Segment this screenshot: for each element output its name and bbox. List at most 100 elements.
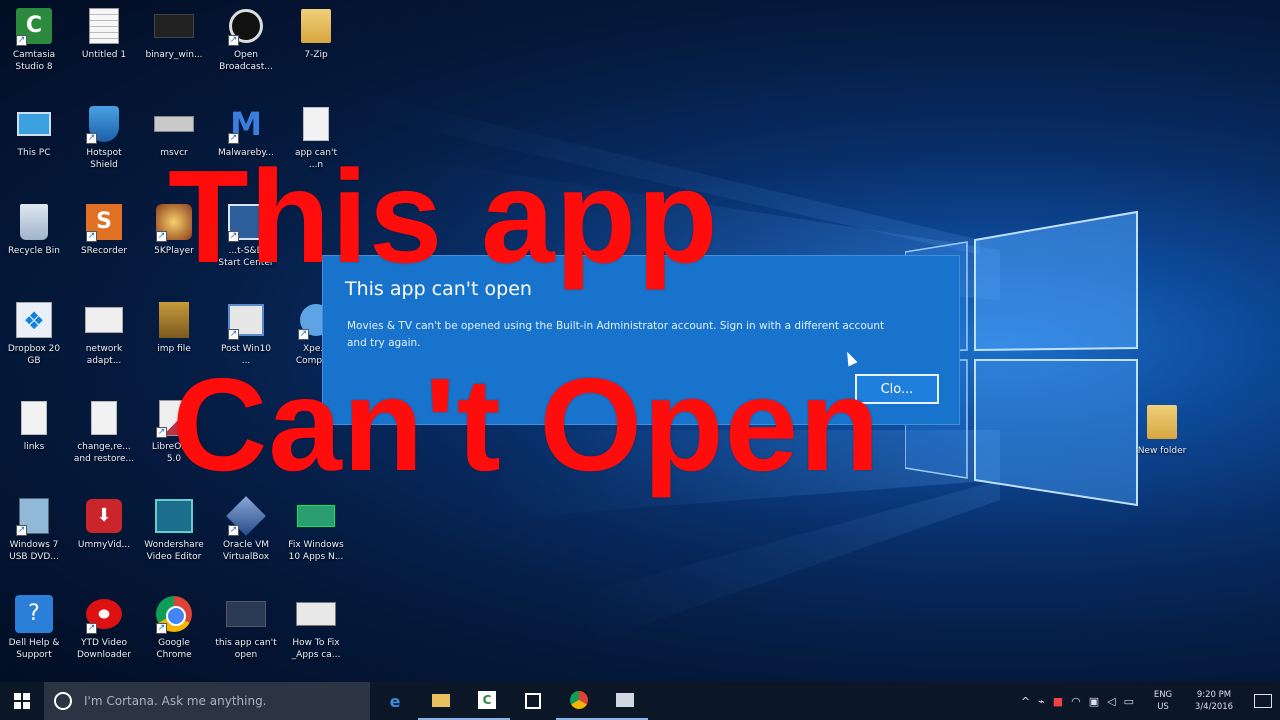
icon-label: Wondershare Video Editor: [144, 540, 204, 562]
network-icon[interactable]: ⌁: [1038, 695, 1045, 708]
wifi-icon[interactable]: ◠: [1071, 695, 1081, 708]
desktop-icon-ytd[interactable]: ↗ YTD Video Downloader: [70, 590, 138, 680]
desktop-icon-windows7-usb[interactable]: ↗ Windows 7 USB DVD...: [0, 492, 68, 582]
ummy-icon: ⬇: [84, 496, 124, 536]
icon-label: SRecorder: [80, 246, 128, 256]
language-code: ENG: [1153, 690, 1173, 700]
tray-icons: ^ ⌁ ■ ◠ ▣ ◁ ▭: [1017, 695, 1138, 708]
malwarebytes-icon: M ↗: [228, 105, 262, 144]
shield-icon[interactable]: ■: [1053, 695, 1063, 708]
desktop-icon-links[interactable]: links: [0, 394, 68, 484]
desktop-icon-new-folder[interactable]: New folder: [1128, 398, 1196, 488]
desktop-icon-fix-windows[interactable]: Fix Windows 10 Apps N...: [282, 492, 350, 582]
taskbar-apps: e C: [372, 682, 648, 720]
recycle-bin-icon: [14, 202, 54, 242]
document-icon: [84, 398, 124, 438]
archive-icon: [154, 300, 194, 340]
icon-label: binary_win...: [145, 50, 203, 60]
desktop-icon-virtualbox[interactable]: ↗ Oracle VM VirtualBox: [212, 492, 280, 582]
clock-time: 9:20 PM: [1196, 690, 1232, 700]
desktop-icon-this-app-cant-open[interactable]: this app can't open: [212, 590, 280, 680]
network-icon: [84, 300, 124, 340]
icon-label: Dropbox 20 GB: [7, 344, 61, 366]
dell-help-icon: ?: [14, 594, 54, 634]
icon-label: Google Chrome: [156, 638, 192, 660]
start-button[interactable]: [0, 682, 44, 720]
taskbar: I'm Cortana. Ask me anything. e C ^ ⌁ ■ …: [0, 682, 1280, 720]
desktop-icon-this-pc[interactable]: This PC: [0, 100, 68, 190]
document-icon: [296, 104, 336, 144]
region-code: US: [1157, 702, 1169, 712]
recorder-icon: S ↗: [84, 202, 124, 242]
desktop-icon-network-adapter[interactable]: network adapt...: [70, 296, 138, 386]
store-icon[interactable]: [510, 682, 556, 720]
desktop-icon-camtasia[interactable]: C ↗ Camtasia Studio 8: [0, 2, 68, 92]
desktop-icon-chrome[interactable]: ↗ Google Chrome: [140, 590, 208, 680]
notification-icon[interactable]: [1254, 694, 1272, 708]
icon-label: Windows 7 USB DVD...: [9, 540, 59, 562]
edge-icon[interactable]: e: [372, 682, 418, 720]
folder-icon: [296, 6, 336, 46]
system-tray: ^ ⌁ ■ ◠ ▣ ◁ ▭ ENG US 9:20 PM 3/4/2016: [1017, 682, 1280, 720]
icon-label: How To Fix _Apps ca...: [291, 638, 341, 660]
video-thumbnail-icon: [296, 496, 336, 536]
desktop-icon-7zip[interactable]: 7-Zip: [282, 2, 350, 92]
desktop-icon-how-to-fix[interactable]: How To Fix _Apps ca...: [282, 590, 350, 680]
camtasia-icon: C ↗: [14, 6, 54, 46]
virtualbox-icon: ↗: [226, 496, 266, 536]
document-icon: [14, 398, 54, 438]
cortana-search-box[interactable]: I'm Cortana. Ask me anything.: [44, 682, 370, 720]
document-icon: [84, 6, 124, 46]
desktop-icon-untitled[interactable]: Untitled 1: [70, 2, 138, 92]
icon-label: Untitled 1: [81, 50, 127, 60]
windows-start-icon: [14, 693, 30, 709]
folder-icon: [1142, 402, 1182, 442]
icon-label: YTD Video Downloader: [77, 638, 131, 660]
icon-label: UmmyVid...: [77, 540, 131, 550]
desktop-icon-dropbox[interactable]: ❖ Dropbox 20 GB: [0, 296, 68, 386]
desktop-icon-srecorder[interactable]: S ↗ SRecorder: [70, 198, 138, 288]
desktop-icon-dell-help[interactable]: ? Dell Help & Support: [0, 590, 68, 680]
app-tray-icon[interactable]: ▣: [1089, 695, 1099, 708]
desktop-icon-hotspot-shield[interactable]: ↗ Hotspot Shield: [70, 100, 138, 190]
cortana-icon: [54, 692, 72, 710]
desktop-icon-ummyvideo[interactable]: ⬇ UmmyVid...: [70, 492, 138, 582]
icon-label: Hotspot Shield: [86, 148, 122, 170]
icon-label: Recycle Bin: [8, 246, 60, 256]
chrome-icon[interactable]: [556, 682, 602, 720]
usb-tool-icon: ↗: [14, 496, 54, 536]
desktop-icon-change-restore[interactable]: change,re... and restore...: [70, 394, 138, 484]
clock[interactable]: 9:20 PM 3/4/2016: [1188, 689, 1240, 713]
desktop-icon-obs[interactable]: ↗ Open Broadcast...: [212, 2, 280, 92]
icon-label: Oracle VM VirtualBox: [222, 540, 270, 562]
volume-icon[interactable]: ◁: [1107, 695, 1115, 708]
overlay-title-line2: Can't Open: [172, 351, 881, 498]
video-thumbnail-icon: [296, 594, 336, 634]
icon-label: This PC: [17, 148, 51, 158]
overlay-title-line1: This app: [168, 143, 719, 290]
cortana-placeholder: I'm Cortana. Ask me anything.: [84, 694, 267, 708]
icon-label: 7-Zip: [304, 50, 328, 60]
desktop-icon-wondershare[interactable]: Wondershare Video Editor: [140, 492, 208, 582]
app-icon: ↗: [226, 300, 266, 340]
file-explorer-icon[interactable]: [418, 682, 464, 720]
chevron-up-icon[interactable]: ^: [1021, 695, 1030, 708]
camtasia-icon[interactable]: C: [464, 682, 510, 720]
chrome-icon: ↗: [154, 594, 194, 634]
keyboard-icon[interactable]: ▭: [1124, 695, 1134, 708]
video-thumbnail-icon: [154, 6, 194, 46]
file-icon: [154, 104, 194, 144]
dropbox-icon: ❖: [14, 300, 54, 340]
icon-label: Dell Help & Support: [8, 638, 60, 660]
obs-icon: ↗: [226, 6, 266, 46]
computer-icon: [14, 104, 54, 144]
ytd-icon: ↗: [84, 594, 124, 634]
language-indicator[interactable]: ENG US: [1148, 689, 1178, 713]
desktop-icon-binary-win[interactable]: binary_win...: [140, 2, 208, 92]
app-icon[interactable]: [602, 682, 648, 720]
desktop-icon-recycle-bin[interactable]: Recycle Bin: [0, 198, 68, 288]
dialog-message: Movies & TV can't be opened using the Bu…: [347, 320, 885, 349]
icon-label: network adapt...: [85, 344, 123, 366]
icon-label: Fix Windows 10 Apps N...: [288, 540, 344, 562]
icon-label: links: [23, 442, 45, 452]
